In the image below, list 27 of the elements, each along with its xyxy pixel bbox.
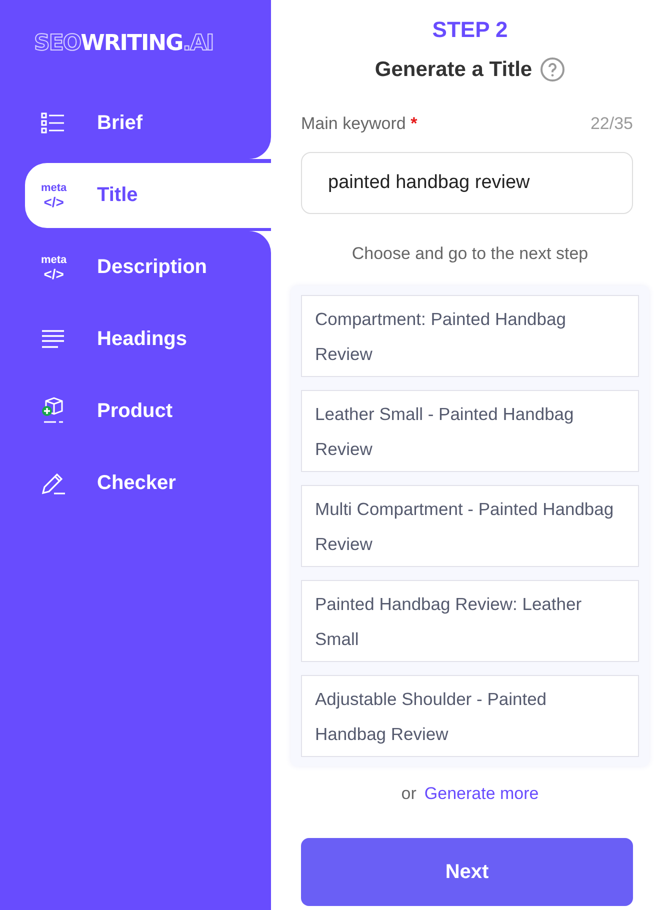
sidebar-item[interactable]: Checker xyxy=(0,447,271,519)
logo: SEOWRITING.AI xyxy=(34,31,214,56)
title-option[interactable]: Leather Small - Painted Handbag Review xyxy=(301,390,639,472)
or-text: or xyxy=(401,784,416,804)
title-option[interactable]: Compartment: Painted Handbag Review xyxy=(301,295,639,377)
keyword-input[interactable]: painted handbag review xyxy=(301,152,633,214)
meta-code-icon: meta </> xyxy=(41,181,67,209)
sidebar-item[interactable]: Product xyxy=(0,375,271,447)
sidebar-item[interactable]: meta </> Description xyxy=(0,231,271,303)
help-icon[interactable] xyxy=(540,57,566,82)
field-label: Main keyword * xyxy=(301,114,418,134)
sidebar-item[interactable]: meta </> Title xyxy=(25,162,271,228)
generate-more-link[interactable]: Generate more xyxy=(424,784,539,804)
instruction-text: Choose and go to the next step xyxy=(352,244,588,264)
page-heading: Generate a Title xyxy=(374,58,532,82)
pencil-icon xyxy=(41,471,67,495)
next-button[interactable]: Next xyxy=(301,838,633,906)
title-option[interactable]: Adjustable Shoulder - Painted Handbag Review xyxy=(301,675,639,757)
sidebar-item[interactable]: Headings xyxy=(0,303,271,375)
sidebar-item[interactable]: Brief xyxy=(0,87,271,159)
title-option[interactable]: Painted Handbag Review: Leather Small xyxy=(301,580,639,662)
title-option[interactable]: Multi Compartment - Painted Handbag Review xyxy=(301,485,639,567)
meta-code-icon: meta </> xyxy=(41,253,67,281)
list-icon xyxy=(41,112,65,134)
character-counter: 22/35 xyxy=(590,114,633,134)
text-lines-icon xyxy=(41,329,65,349)
step-label: STEP 2 xyxy=(432,17,508,43)
